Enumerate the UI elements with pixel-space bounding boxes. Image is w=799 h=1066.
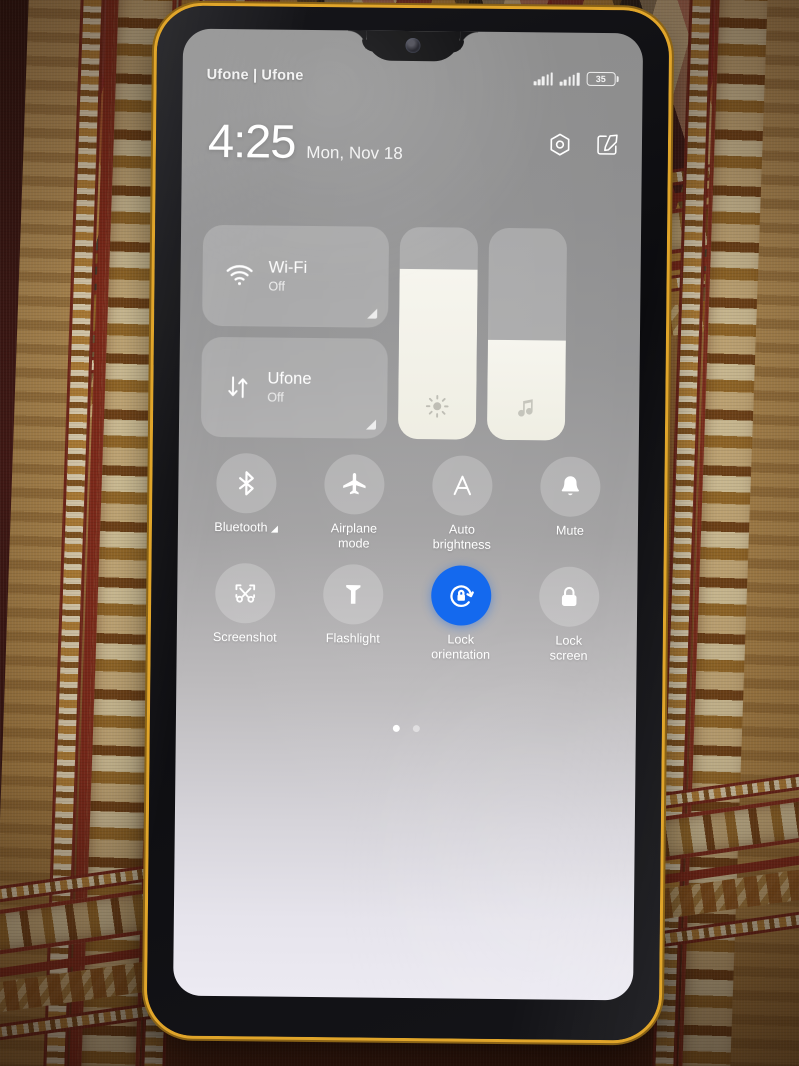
clock-time: 4:25 — [207, 113, 296, 168]
page-dot-1[interactable] — [392, 724, 400, 732]
toggle-auto-brightness-label: Auto brightness — [432, 522, 491, 552]
toggle-screenshot[interactable]: Screenshot — [191, 563, 300, 660]
padlock-icon — [561, 587, 577, 607]
lock-screen-button[interactable] — [538, 566, 600, 628]
lock-rotation-icon — [450, 585, 474, 608]
toggle-flashlight-label: Flashlight — [325, 631, 380, 646]
screenshot-button[interactable] — [214, 563, 276, 624]
toggle-bluetooth[interactable]: Bluetooth — [192, 452, 301, 550]
lock-orientation-button[interactable] — [430, 565, 492, 627]
auto-brightness-a-icon — [453, 475, 471, 496]
wifi-icon — [224, 264, 254, 286]
carrier-label: Ufone | Ufone — [206, 66, 304, 84]
page-dot-2[interactable] — [412, 725, 420, 733]
status-bar: Ufone | Ufone 35 — [183, 67, 643, 88]
mobile-data-tile-state: Off — [267, 390, 284, 405]
mobile-data-arrows-icon — [223, 374, 253, 400]
volume-slider-fill — [486, 340, 566, 441]
toggle-mute-label: Mute — [555, 523, 585, 538]
toggle-grid: Bluetooth Airplane mode Auto brightness … — [191, 452, 625, 664]
mobile-data-tile-name: Ufone — [267, 369, 312, 389]
bluetooth-icon — [238, 471, 254, 496]
flashlight-button[interactable] — [322, 564, 384, 625]
toggle-lock-screen-label: Lock screen — [549, 633, 588, 663]
clock-group: 4:25 Mon, Nov 18 — [207, 113, 403, 168]
edit-pencil-icon[interactable] — [595, 132, 620, 157]
display-notch — [365, 30, 461, 62]
page-indicator[interactable] — [176, 723, 636, 735]
toggle-mute[interactable]: Mute — [516, 456, 625, 553]
toggle-airplane-mode[interactable]: Airplane mode — [300, 454, 409, 551]
screenshot-scissors-icon — [235, 584, 256, 603]
toggle-bluetooth-label: Bluetooth — [214, 520, 278, 535]
bell-icon — [561, 476, 579, 496]
wifi-tile[interactable]: Wi-Fi Off — [202, 224, 390, 328]
toggle-row-1: Bluetooth Airplane mode Auto brightness … — [192, 452, 625, 554]
music-note-icon — [515, 395, 537, 424]
battery-icon: 35 — [586, 71, 619, 87]
toggle-screenshot-label: Screenshot — [212, 630, 277, 645]
phone-device: Ufone | Ufone 35 4:25 Mon, Nov 18 Wi-Fi … — [146, 5, 670, 1041]
airplane-mode-button[interactable] — [324, 454, 385, 515]
signal-bars-icon-sim2 — [559, 72, 580, 86]
expand-corner-icon-wifi[interactable] — [367, 308, 378, 319]
toggle-lock-orientation-label: Lock orientation — [431, 632, 491, 662]
toggle-lock-orientation[interactable]: Lock orientation — [407, 565, 516, 662]
expand-corner-icon-mobile-data[interactable] — [365, 419, 377, 430]
brightness-slider[interactable] — [397, 226, 479, 440]
settings-gear-icon[interactable] — [547, 131, 573, 157]
bluetooth-button[interactable] — [216, 452, 277, 514]
phone-screen: Ufone | Ufone 35 4:25 Mon, Nov 18 Wi-Fi … — [173, 28, 644, 1001]
brightness-sun-icon — [425, 394, 449, 423]
quick-tiles-row: Wi-Fi Off Ufone Off — [200, 224, 619, 441]
header-actions — [547, 131, 620, 158]
toggle-airplane-mode-label: Airplane mode — [330, 521, 378, 551]
toggle-lock-screen[interactable]: Lock screen — [515, 566, 624, 663]
wifi-tile-state: Off — [268, 279, 285, 294]
clock-date: Mon, Nov 18 — [306, 142, 403, 163]
toggle-auto-brightness[interactable]: Auto brightness — [408, 455, 517, 552]
toggle-flashlight[interactable]: Flashlight — [299, 564, 408, 661]
front-camera-icon — [405, 37, 421, 54]
auto-brightness-button[interactable] — [432, 455, 493, 516]
airplane-icon — [343, 473, 366, 495]
signal-bars-icon-sim1 — [533, 71, 554, 85]
mobile-data-tile[interactable]: Ufone Off — [200, 336, 388, 439]
battery-percent-label: 35 — [595, 73, 606, 84]
quick-tiles-left-column: Wi-Fi Off Ufone Off — [200, 224, 390, 439]
mute-button[interactable] — [540, 456, 601, 518]
expand-corner-icon-bluetooth[interactable] — [270, 525, 278, 533]
volume-slider[interactable] — [486, 227, 568, 441]
toggle-row-2: Screenshot Flashlight Lock orientation L… — [191, 563, 624, 664]
status-bar-icons: 35 — [533, 71, 619, 87]
clock-row: 4:25 Mon, Nov 18 — [182, 113, 642, 169]
wifi-tile-name: Wi-Fi — [268, 258, 308, 277]
flashlight-icon — [346, 585, 361, 604]
